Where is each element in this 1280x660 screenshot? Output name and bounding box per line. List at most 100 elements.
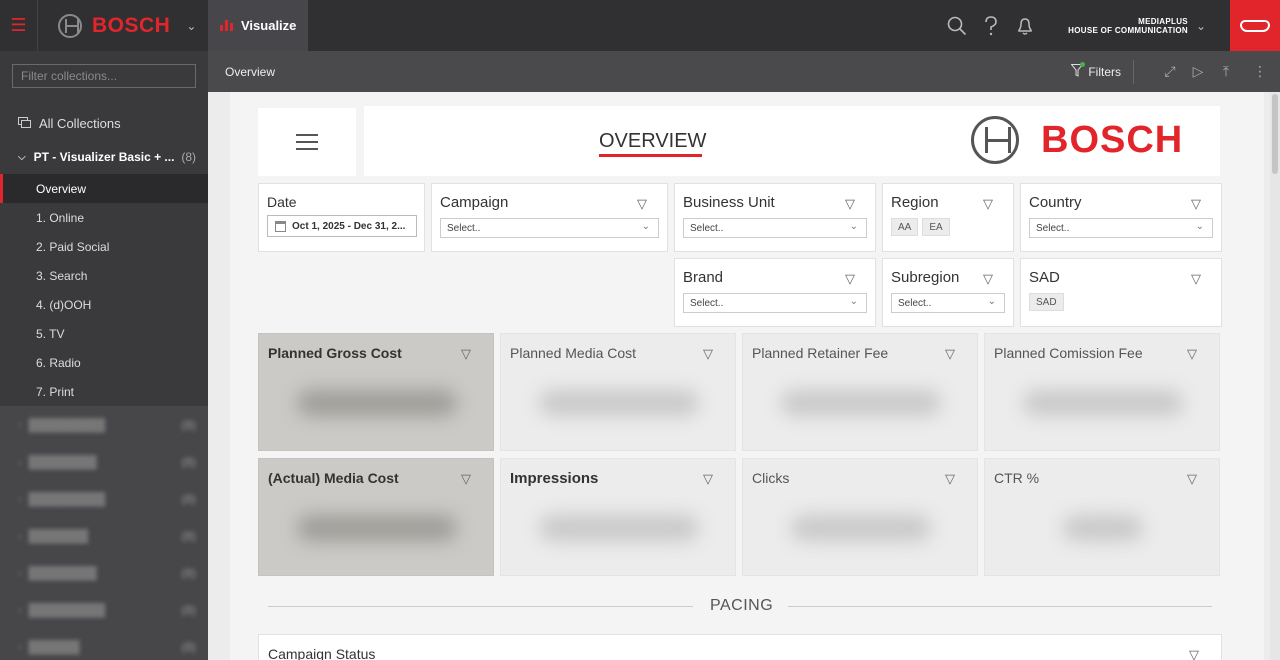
scrollbar[interactable]: [1270, 92, 1280, 660]
sidebar-item-tv[interactable]: 5. TV: [0, 319, 208, 348]
bosch-logo: BOSCH: [971, 116, 1183, 164]
sad-chip[interactable]: SAD: [1029, 293, 1064, 311]
sidebar-item-radio[interactable]: 6. Radio: [0, 348, 208, 377]
kpi-impressions[interactable]: Impressions ▽: [500, 458, 736, 576]
sidebar-item-paid-social[interactable]: 2. Paid Social: [0, 232, 208, 261]
funnel-icon[interactable]: ▽: [461, 471, 471, 487]
sidebar-item-dooh[interactable]: 4. (d)OOH: [0, 290, 208, 319]
chevron-down-icon[interactable]: ⌄: [1196, 19, 1206, 33]
dashboard-canvas: OVERVIEW BOSCH Date Oct 1, 2025 - Dec 31…: [230, 92, 1264, 660]
kpi-planned-retainer-fee[interactable]: Planned Retainer Fee ▽: [742, 333, 978, 451]
filters-button[interactable]: Filters: [1070, 59, 1134, 84]
country-label: Country: [1029, 194, 1082, 211]
sidebar-group-blurred[interactable]: › █████████ (8): [0, 591, 208, 628]
search-icon[interactable]: [940, 0, 974, 51]
help-icon[interactable]: [974, 0, 1008, 51]
bell-icon[interactable]: [1008, 0, 1042, 51]
sidebar-group-blurred[interactable]: › █████████ (8): [0, 406, 208, 443]
sidebar-item-print[interactable]: 7. Print: [0, 377, 208, 406]
bosch-ring-icon: [971, 116, 1019, 164]
date-filter-card: Date Oct 1, 2025 - Dec 31, 2...: [258, 183, 425, 252]
subregion-select[interactable]: Select.. ⌄: [891, 293, 1005, 313]
kpi-planned-gross-cost[interactable]: Planned Gross Cost ▽: [258, 333, 494, 451]
campaign-select[interactable]: Select.. ⌄: [440, 218, 659, 238]
funnel-icon: [1070, 61, 1086, 80]
group-count: (8): [181, 454, 196, 469]
business-unit-select[interactable]: Select.. ⌄: [683, 218, 867, 238]
group-count: (8): [181, 417, 196, 432]
region-chip-ea[interactable]: EA: [922, 218, 950, 236]
sidebar-group-blurred[interactable]: › ████████ (8): [0, 554, 208, 591]
funnel-icon[interactable]: ▽: [945, 471, 955, 487]
select-value: Select..: [447, 222, 481, 234]
campaign-label: Campaign: [440, 194, 509, 211]
funnel-icon[interactable]: ▽: [1187, 471, 1197, 487]
scrollbar-thumb[interactable]: [1272, 94, 1278, 174]
funnel-icon[interactable]: ▽: [845, 271, 855, 287]
kpi-actual-media-cost[interactable]: (Actual) Media Cost ▽: [258, 458, 494, 576]
breadcrumb: Overview: [225, 64, 276, 79]
play-icon[interactable]: ▷: [1184, 63, 1212, 80]
brand-select[interactable]: Select.. ⌄: [683, 293, 867, 313]
sidebar-group-blurred[interactable]: › ███████ (8): [0, 517, 208, 554]
chevron-down-icon: ⌵: [18, 151, 26, 163]
chevron-down-icon: ⌄: [1195, 221, 1204, 232]
kpi-label: Planned Gross Cost: [268, 345, 402, 361]
more-vertical-icon[interactable]: ⋮: [1246, 63, 1274, 80]
blurred-kpi-value: [781, 390, 941, 416]
date-range-picker[interactable]: Oct 1, 2025 - Dec 31, 2...: [267, 215, 417, 237]
group-count: (8): [181, 528, 196, 543]
campaign-filter-card: Campaign ▽ Select.. ⌄: [431, 183, 668, 252]
funnel-icon[interactable]: ▽: [983, 196, 993, 212]
funnel-icon[interactable]: ▽: [1191, 271, 1201, 287]
sidebar-group-pt-visualizer[interactable]: ⌵ PT - Visualizer Basic + ... (8): [0, 140, 208, 174]
chevron-down-icon: ⌄: [987, 296, 996, 307]
share-icon[interactable]: ⤒: [1212, 63, 1240, 80]
sidebar-item-all-collections[interactable]: All Collections: [0, 106, 208, 140]
funnel-icon[interactable]: ▽: [703, 346, 713, 362]
date-label: Date: [267, 194, 297, 210]
sidebar-group-blurred[interactable]: › █████████ (8): [0, 480, 208, 517]
bosch-logo-icon: [58, 13, 82, 38]
region-chip-aa[interactable]: AA: [891, 218, 919, 236]
divider: [268, 606, 693, 607]
kpi-clicks[interactable]: Clicks ▽: [742, 458, 978, 576]
funnel-icon[interactable]: ▽: [637, 196, 647, 212]
chevron-down-icon: ⌄: [849, 296, 858, 307]
mask-logo-icon[interactable]: [1230, 0, 1280, 51]
filter-collections-input[interactable]: [12, 64, 196, 88]
divider: [788, 606, 1212, 607]
blurred-kpi-value: [791, 515, 931, 541]
funnel-icon[interactable]: ▽: [1191, 196, 1201, 212]
funnel-icon[interactable]: ▽: [461, 346, 471, 362]
hamburger-menu-icon[interactable]: ☰: [0, 0, 38, 51]
subregion-label: Subregion: [891, 269, 960, 286]
kpi-label: CTR %: [994, 470, 1040, 486]
tab-visualize[interactable]: Visualize: [208, 0, 309, 51]
sidebar-group-blurred[interactable]: › ████████ (8): [0, 443, 208, 480]
kpi-label: Planned Comission Fee: [994, 345, 1143, 361]
dashboard-menu-button[interactable]: [258, 108, 356, 176]
expand-icon[interactable]: ⤢: [1156, 63, 1184, 80]
brand-switcher[interactable]: BOSCH ⌄: [38, 0, 208, 51]
kpi-ctr[interactable]: CTR % ▽: [984, 458, 1220, 576]
agency-logo[interactable]: MEDIAPLUS HOUSE OF COMMUNICATION: [1068, 17, 1188, 35]
campaign-status-card: Campaign Status ▽: [258, 634, 1222, 660]
kpi-planned-media-cost[interactable]: Planned Media Cost ▽: [500, 333, 736, 451]
chevron-down-icon: ⌄: [849, 221, 858, 232]
kpi-planned-comission-fee[interactable]: Planned Comission Fee ▽: [984, 333, 1220, 451]
group-count: (8): [181, 150, 196, 164]
funnel-icon[interactable]: ▽: [983, 271, 993, 287]
kpi-label: Planned Retainer Fee: [752, 345, 889, 361]
sidebar-item-overview[interactable]: Overview: [0, 174, 208, 203]
sidebar-item-online[interactable]: 1. Online: [0, 203, 208, 232]
funnel-icon[interactable]: ▽: [1189, 647, 1199, 660]
sidebar-group-blurred[interactable]: › ██████ (8): [0, 628, 208, 660]
funnel-icon[interactable]: ▽: [703, 471, 713, 487]
funnel-icon[interactable]: ▽: [845, 196, 855, 212]
logo-text: BOSCH: [1041, 118, 1184, 161]
country-select[interactable]: Select.. ⌄: [1029, 218, 1213, 238]
sidebar-item-search[interactable]: 3. Search: [0, 261, 208, 290]
funnel-icon[interactable]: ▽: [945, 346, 955, 362]
funnel-icon[interactable]: ▽: [1187, 346, 1197, 362]
